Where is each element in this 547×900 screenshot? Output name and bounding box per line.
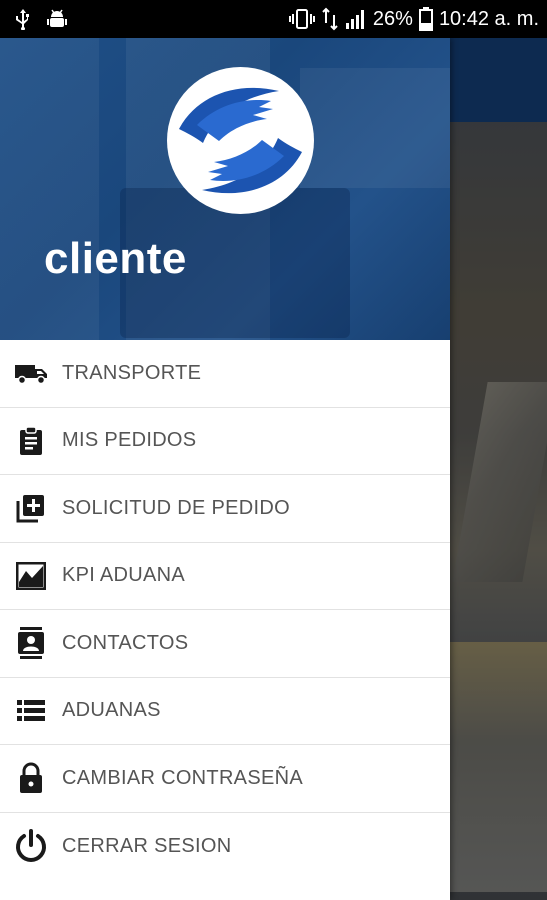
menu-item-label: CAMBIAR CONTRASEÑA — [62, 766, 303, 789]
truck-icon — [0, 361, 62, 385]
chart-icon — [0, 561, 62, 590]
menu-item-label: MIS PEDIDOS — [62, 429, 197, 452]
clipboard-icon — [0, 426, 62, 456]
data-transfer-icon — [321, 7, 339, 31]
contacts-icon — [0, 627, 62, 660]
clock: 10:42 a. m. — [438, 7, 539, 30]
menu-item-cambiar-contrasena[interactable]: CAMBIAR CONTRASEÑA — [0, 745, 450, 813]
menu-item-label: ADUANAS — [62, 699, 161, 722]
signal-icon — [345, 8, 367, 30]
drawer-header: cliente — [0, 38, 450, 340]
menu-item-label: KPI ADUANA — [62, 564, 186, 587]
menu-item-contactos[interactable]: CONTACTOS — [0, 610, 450, 678]
battery-icon — [418, 7, 433, 31]
menu-item-cerrar-sesion[interactable]: CERRAR SESION — [0, 813, 450, 881]
app-toolbar — [450, 38, 547, 122]
android-debug-icon — [46, 8, 68, 30]
company-logo — [167, 67, 314, 214]
add-to-queue-icon — [0, 493, 62, 523]
menu-item-label: CONTACTOS — [62, 631, 189, 654]
usb-icon — [14, 8, 32, 30]
battery-percent: 26% — [372, 7, 413, 30]
vibrate-icon — [288, 8, 315, 30]
menu-item-transporte[interactable]: TRANSPORTE — [0, 340, 450, 408]
menu-item-mis-pedidos[interactable]: MIS PEDIDOS — [0, 408, 450, 475]
lock-icon — [0, 762, 62, 794]
navigation-drawer: cliente TRANSPORTE MIS PEDIDOS SOLICITUD… — [0, 38, 450, 900]
status-bar: 26% 10:42 a. m. — [0, 0, 547, 38]
drawer-title: cliente — [44, 234, 187, 283]
menu-item-aduanas[interactable]: ADUANAS — [0, 678, 450, 745]
menu-item-label: CERRAR SESION — [62, 834, 232, 857]
menu-item-kpi-aduana[interactable]: KPI ADUANA — [0, 543, 450, 610]
background-photo[interactable] — [450, 122, 547, 900]
menu-item-solicitud-de-pedido[interactable]: SOLICITUD DE PEDIDO — [0, 475, 450, 543]
list-icon — [0, 699, 62, 722]
drawer-menu: TRANSPORTE MIS PEDIDOS SOLICITUD DE PEDI… — [0, 340, 450, 880]
menu-item-label: SOLICITUD DE PEDIDO — [62, 496, 290, 519]
menu-item-label: TRANSPORTE — [62, 361, 202, 384]
power-icon — [0, 828, 62, 864]
